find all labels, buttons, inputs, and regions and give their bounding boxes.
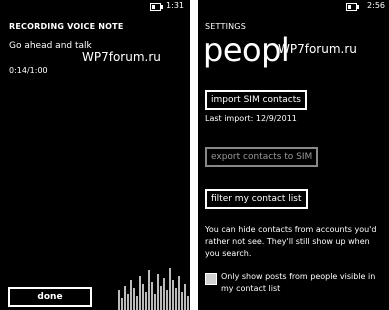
battery-icon: [150, 3, 163, 11]
elapsed-time: 0:14/1:00: [9, 66, 48, 75]
prompt-text: Go ahead and talk: [9, 41, 92, 51]
status-time: 2:56: [367, 1, 385, 10]
status-time: 1:31: [166, 1, 184, 10]
status-bar: 2:56: [198, 0, 389, 14]
done-button[interactable]: done: [8, 287, 92, 307]
screen-title: RECORDING VOICE NOTE: [9, 22, 124, 31]
watermark: WP7forum.ru: [278, 42, 357, 56]
screen-title: SETTINGS: [205, 22, 246, 31]
battery-icon: [346, 3, 359, 11]
hide-contacts-description: You can hide contacts from accounts you'…: [205, 225, 377, 258]
import-sim-contacts-button[interactable]: import SIM contacts: [205, 90, 307, 110]
audio-waveform: [118, 268, 189, 310]
people-settings-screen: 2:56 SETTINGS peopl WP7forum.ru import S…: [198, 0, 389, 310]
filter-contact-list-button[interactable]: filter my contact list: [205, 189, 308, 209]
only-posts-label[interactable]: Only show posts from people visible in m…: [221, 271, 385, 295]
pivot-header: peopl: [203, 31, 290, 69]
only-posts-checkbox[interactable]: [205, 273, 217, 285]
status-bar: 1:31: [0, 0, 190, 14]
voice-note-screen: 1:31 RECORDING VOICE NOTE Go ahead and t…: [0, 0, 190, 310]
export-contacts-button[interactable]: export contacts to SIM: [205, 147, 319, 167]
watermark: WP7forum.ru: [82, 50, 161, 64]
last-import-text: Last import: 12/9/2011: [205, 114, 297, 123]
